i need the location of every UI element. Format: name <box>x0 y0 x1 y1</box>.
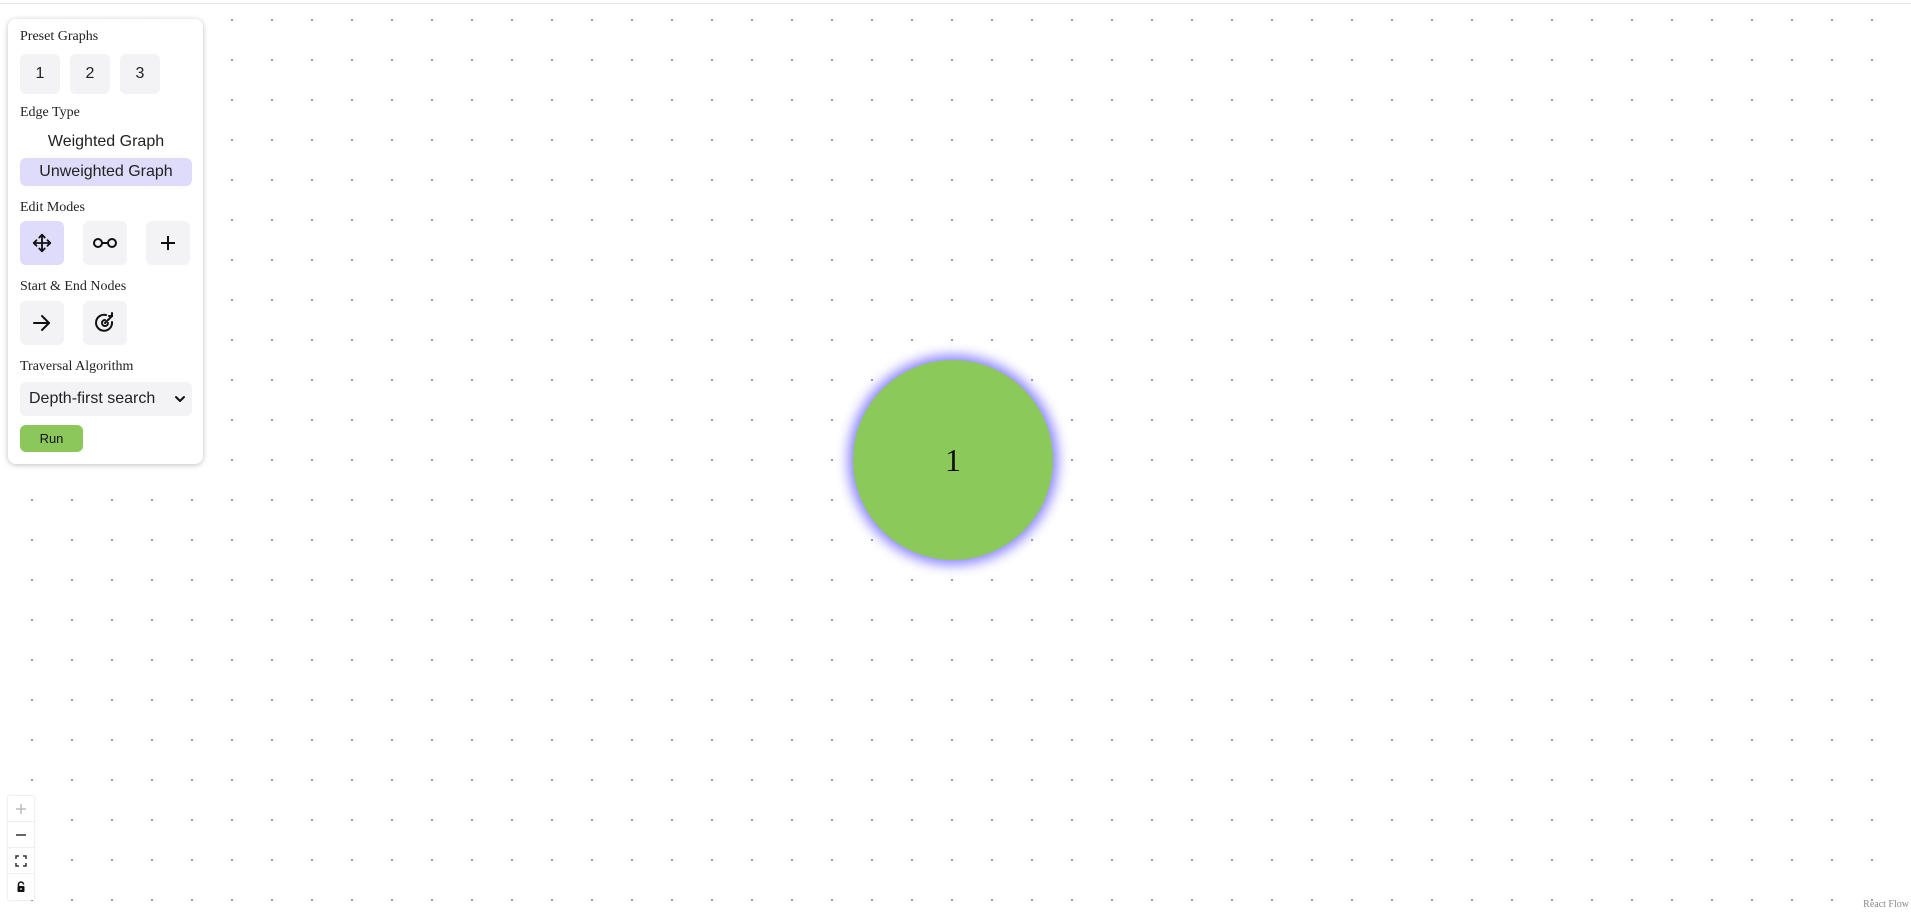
lock-icon <box>17 881 25 892</box>
preset-graphs-title: Preset Graphs <box>20 29 99 44</box>
chevron-down-icon <box>175 396 185 402</box>
add-node-mode-button[interactable] <box>146 221 190 265</box>
start-end-nodes-title: Start & End Nodes <box>20 279 127 294</box>
flow-controls <box>8 796 34 900</box>
preset-graph-1-button[interactable]: 1 <box>20 54 60 94</box>
fit-view-button[interactable] <box>8 848 34 874</box>
zoom-in-icon <box>16 803 26 814</box>
set-end-node-button[interactable] <box>83 301 127 345</box>
preset-graph-2-button[interactable]: 2 <box>70 54 110 94</box>
plus-icon <box>161 236 175 250</box>
graph-node[interactable]: 1 <box>853 360 1053 560</box>
arrow-right-icon <box>33 315 50 331</box>
zoom-out-button[interactable] <box>8 822 34 848</box>
top-divider <box>0 3 1911 4</box>
connect-mode-button[interactable] <box>83 221 127 265</box>
traversal-algorithm-select[interactable]: Depth-first search <box>20 382 192 416</box>
connect-edge-icon <box>93 238 117 248</box>
edge-type-title: Edge Type <box>20 105 80 120</box>
preset-graph-3-button[interactable]: 3 <box>120 54 160 94</box>
set-start-node-button[interactable] <box>20 301 64 345</box>
graph-node-label: 1 <box>945 441 961 478</box>
target-icon <box>95 312 114 332</box>
move-icon <box>32 233 52 253</box>
run-button[interactable]: Run <box>20 425 83 452</box>
weighted-graph-button[interactable]: Weighted Graph <box>20 128 192 156</box>
move-mode-button[interactable] <box>20 221 64 265</box>
lock-button[interactable] <box>8 874 34 900</box>
zoom-out-icon <box>16 833 26 836</box>
fit-view-icon <box>15 854 27 867</box>
zoom-in-button[interactable] <box>8 796 34 822</box>
edit-modes-title: Edit Modes <box>20 200 85 215</box>
control-panel: Preset Graphs 1 2 3 Edge Type Weighted G… <box>8 19 203 464</box>
traversal-algorithm-value: Depth-first search <box>29 390 156 407</box>
unweighted-graph-button[interactable]: Unweighted Graph <box>20 158 192 186</box>
traversal-algorithm-title: Traversal Algorithm <box>20 359 134 374</box>
react-flow-attribution[interactable]: React Flow <box>1863 899 1909 910</box>
